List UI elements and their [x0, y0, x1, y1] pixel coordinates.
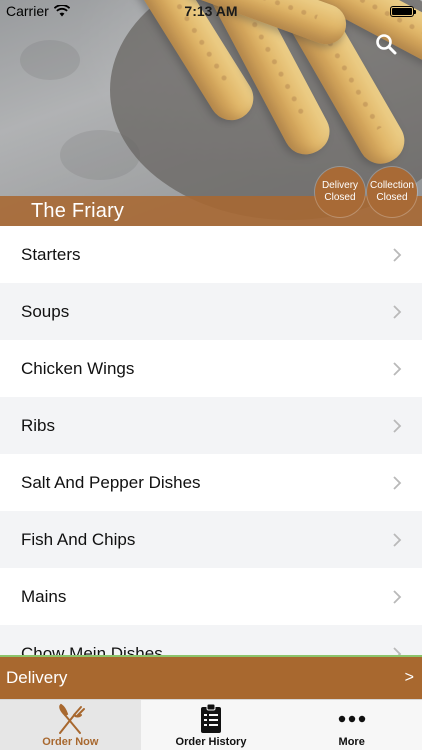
- collection-badge-line2: Closed: [376, 192, 408, 203]
- status-bar: Carrier: [0, 0, 422, 22]
- fork-knife-icon: [59, 703, 86, 734]
- category-row-chow-mein-dishes[interactable]: Chow Mein Dishes: [0, 625, 422, 656]
- collection-badge-line1: Collection: [370, 180, 414, 191]
- category-label: Soups: [21, 301, 70, 321]
- search-icon[interactable]: [374, 32, 398, 56]
- category-list: Starters Soups Chicken Wings Ribs Salt A…: [0, 226, 422, 656]
- order-mode-arrow: >: [404, 669, 414, 686]
- category-label: Fish And Chips: [21, 529, 136, 549]
- category-label: Salt And Pepper Dishes: [21, 472, 201, 492]
- chevron-right-icon: [393, 418, 402, 433]
- category-row-mains[interactable]: Mains: [0, 568, 422, 625]
- chevron-right-icon: [393, 589, 402, 604]
- clipboard-list-icon: [201, 704, 221, 733]
- wifi-icon: [53, 5, 70, 17]
- chevron-right-icon: [393, 361, 402, 376]
- delivery-badge-line2: Closed: [324, 192, 356, 203]
- category-row-soups[interactable]: Soups: [0, 283, 422, 340]
- delivery-badge-line1: Delivery: [321, 180, 359, 191]
- restaurant-name: The Friary: [31, 199, 125, 222]
- delivery-status-badge: Delivery Closed: [315, 167, 365, 217]
- tab-order-now[interactable]: Order Now: [0, 700, 141, 750]
- tab-bar: Order Now Order History More: [0, 699, 422, 750]
- chevron-right-icon: [393, 532, 402, 547]
- tab-order-history[interactable]: Order History: [141, 700, 282, 750]
- tab-label: More: [338, 736, 365, 748]
- category-label: Mains: [21, 586, 67, 606]
- category-row-chicken-wings[interactable]: Chicken Wings: [0, 340, 422, 397]
- category-label: Chicken Wings: [21, 358, 135, 378]
- chevron-right-icon: [393, 304, 402, 319]
- order-mode-label: Delivery: [6, 668, 68, 687]
- category-row-fish-and-chips[interactable]: Fish And Chips: [0, 511, 422, 568]
- collection-status-badge: Collection Closed: [367, 167, 417, 217]
- category-label: Starters: [21, 244, 81, 264]
- category-row-starters[interactable]: Starters: [0, 226, 422, 283]
- category-row-salt-and-pepper-dishes[interactable]: Salt And Pepper Dishes: [0, 454, 422, 511]
- category-label: Ribs: [21, 415, 56, 435]
- order-mode-bar[interactable]: Delivery >: [0, 657, 422, 699]
- category-row-ribs[interactable]: Ribs: [0, 397, 422, 454]
- carrier-label: Carrier: [6, 3, 49, 19]
- more-dots-icon: [338, 715, 365, 723]
- tab-more[interactable]: More: [281, 700, 422, 750]
- chevron-right-icon: [393, 475, 402, 490]
- battery-icon: [390, 5, 416, 17]
- tab-label: Order Now: [42, 736, 99, 748]
- tab-label: Order History: [175, 736, 247, 748]
- chevron-right-icon: [393, 247, 402, 262]
